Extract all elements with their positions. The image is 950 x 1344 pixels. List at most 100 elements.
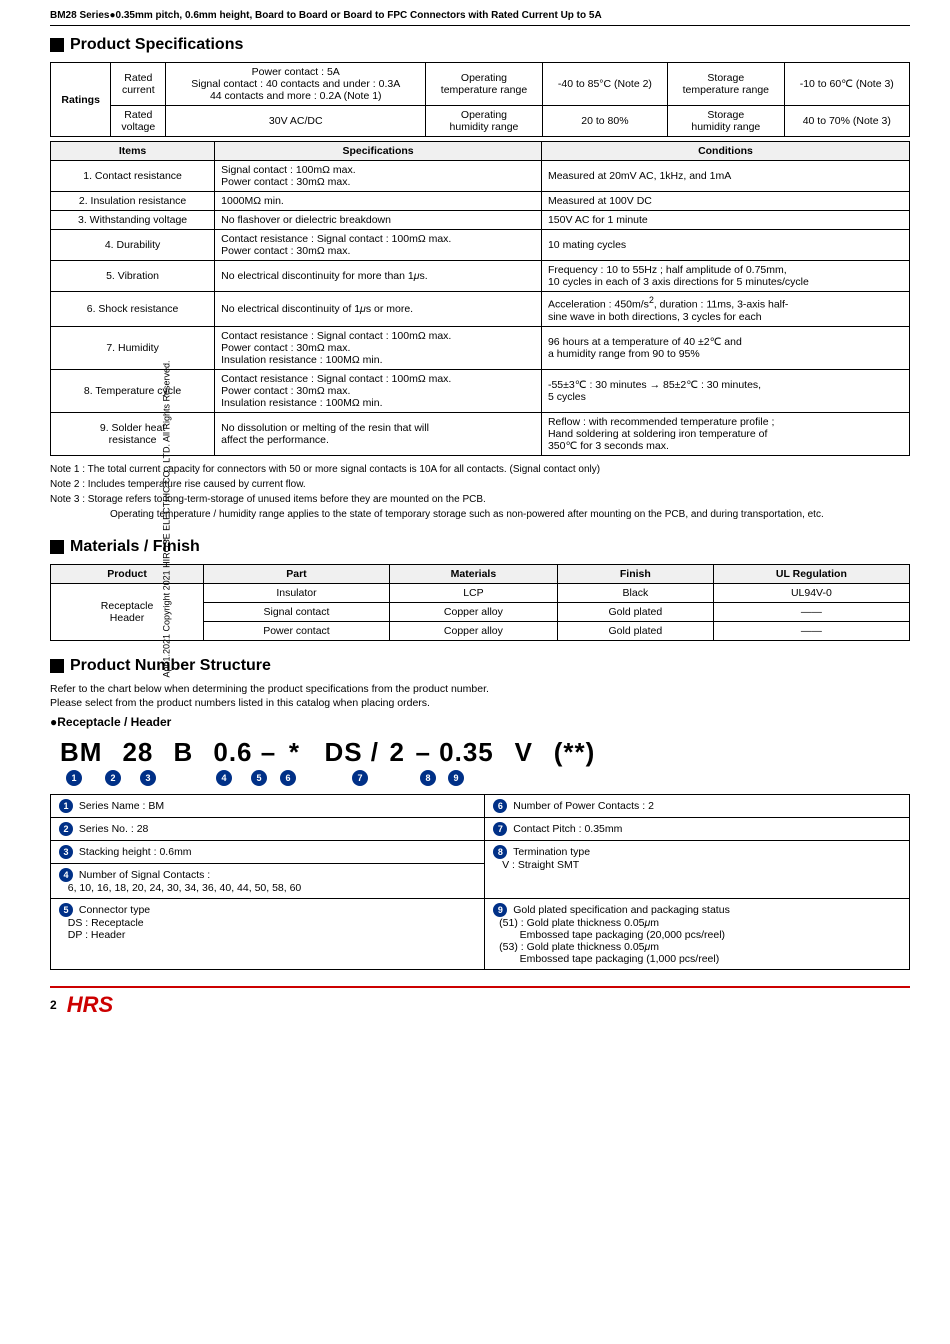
pn-num-label-2: 2 bbox=[59, 822, 73, 836]
mat-power: Copper alloy bbox=[389, 621, 557, 640]
spec-shock: No electrical discontinuity of 1μs or mo… bbox=[215, 292, 542, 327]
finish-insulator: Black bbox=[557, 583, 713, 602]
cond-withstanding: 150V AC for 1 minute bbox=[541, 211, 909, 230]
section-marker bbox=[50, 38, 64, 52]
pn-char-slash: / bbox=[363, 737, 388, 768]
cond-contact-resistance: Measured at 20mV AC, 1kHz, and 1mA bbox=[541, 161, 909, 192]
cond-shock: Acceleration : 450m/s2, duration : 11ms,… bbox=[541, 292, 909, 327]
pn-num-label-9: 9 bbox=[493, 903, 507, 917]
pn-section: Product Number Structure Refer to the ch… bbox=[50, 657, 910, 970]
rated-voltage-value: 30V AC/DC bbox=[166, 106, 426, 137]
cond-vibration: Frequency : 10 to 55Hz ; half amplitude … bbox=[541, 261, 909, 292]
specs-header-items: Items bbox=[51, 142, 215, 161]
rated-voltage-label: Ratedvoltage bbox=[111, 106, 166, 137]
cond-insulation: Measured at 100V DC bbox=[541, 192, 909, 211]
table-row: 2 Series No. : 28 7 Contact Pitch : 0.35… bbox=[51, 817, 910, 840]
ul-signal: —— bbox=[713, 602, 909, 621]
pn-desc-left-3: 3 Stacking height : 0.6mm bbox=[51, 840, 485, 863]
pn-char-b: B bbox=[173, 737, 193, 768]
pn-desc-left-2: 2 Series No. : 28 bbox=[51, 817, 485, 840]
ul-insulator: UL94V-0 bbox=[713, 583, 909, 602]
mat-header-finish: Finish bbox=[557, 564, 713, 583]
pn-desc-right-1: 6 Number of Power Contacts : 2 bbox=[485, 794, 910, 817]
pn-idx-8: 8 bbox=[420, 770, 436, 786]
storage-humidity-label: Storagehumidity range bbox=[668, 106, 784, 137]
spec-humidity: Contact resistance : Signal contact : 10… bbox=[215, 326, 542, 369]
cond-durability: 10 mating cycles bbox=[541, 230, 909, 261]
pn-char-space4 bbox=[304, 737, 324, 768]
page-header: BM28 Series●0.35mm pitch, 0.6mm height, … bbox=[50, 10, 910, 26]
materials-title: Materials / Finish bbox=[50, 538, 910, 556]
sidebar-copyright: Apr.1.2021 Copyright 2021 HIROSE ELECTRI… bbox=[161, 360, 171, 677]
product-specs-title: Product Specifications bbox=[50, 36, 910, 54]
mat-header-ul: UL Regulation bbox=[713, 564, 909, 583]
pn-num-label-6: 6 bbox=[493, 799, 507, 813]
item-solder-heat: 9. Solder heatresistance bbox=[51, 412, 215, 455]
materials-table: Product Part Materials Finish UL Regulat… bbox=[50, 564, 910, 641]
spec-solder-heat: No dissolution or melting of the resin t… bbox=[215, 412, 542, 455]
pn-idx-9: 9 bbox=[448, 770, 464, 786]
storage-temp-value: -10 to 60℃ (Note 3) bbox=[784, 63, 909, 106]
pn-marker bbox=[50, 659, 64, 673]
pn-idx-6: 6 bbox=[280, 770, 296, 786]
pn-char-stars: (**) bbox=[554, 737, 596, 768]
ul-power: —— bbox=[713, 621, 909, 640]
pn-index-row: 1 2 3 4 5 6 7 8 9 bbox=[60, 770, 910, 786]
pn-num-label-3: 3 bbox=[59, 845, 73, 859]
note-3: Note 3 : Storage refers to long-term-sto… bbox=[50, 492, 910, 507]
pn-chars-display: BM 28 B 0.6 – * DS / 2 – 0.35 V (**) bbox=[60, 737, 910, 768]
page-number: 2 bbox=[50, 998, 57, 1012]
cond-solder-heat: Reflow : with recommended temperature pr… bbox=[541, 412, 909, 455]
ratings-table: Ratings Ratedcurrent Power contact : 5A … bbox=[50, 62, 910, 137]
pn-desc-left-5: 5 Connector type DS : Receptacle DP : He… bbox=[51, 898, 485, 969]
pn-char-v: V bbox=[514, 737, 534, 768]
item-insulation: 2. Insulation resistance bbox=[51, 192, 215, 211]
item-shock: 6. Shock resistance bbox=[51, 292, 215, 327]
pn-sub-title: ●Receptacle / Header bbox=[50, 715, 910, 729]
pn-idx-1: 1 bbox=[66, 770, 82, 786]
note-2: Note 2 : Includes temperature rise cause… bbox=[50, 477, 910, 492]
pn-desc-left-4: 4 Number of Signal Contacts : 6, 10, 16,… bbox=[51, 863, 485, 898]
rated-current-label: Ratedcurrent bbox=[111, 63, 166, 106]
pn-char-space6 bbox=[534, 737, 554, 768]
note-1: Note 1 : The total current capacity for … bbox=[50, 462, 910, 477]
table-row: 4. Durability Contact resistance : Signa… bbox=[51, 230, 910, 261]
pn-char-dash2: – bbox=[407, 737, 439, 768]
spec-withstanding: No flashover or dielectric breakdown bbox=[215, 211, 542, 230]
pn-desc-right-2: 7 Contact Pitch : 0.35mm bbox=[485, 817, 910, 840]
mat-header-materials: Materials bbox=[389, 564, 557, 583]
note-3-cont: Operating temperature / humidity range a… bbox=[50, 507, 910, 522]
pn-idx-3: 3 bbox=[140, 770, 156, 786]
finish-power: Gold plated bbox=[557, 621, 713, 640]
part-insulator: Insulator bbox=[204, 583, 390, 602]
table-row: 3. Withstanding voltage No flashover or … bbox=[51, 211, 910, 230]
pn-num-label-1: 1 bbox=[59, 799, 73, 813]
mat-header-product: Product bbox=[51, 564, 204, 583]
pn-char-2: 2 bbox=[387, 737, 407, 768]
pn-desc-right-3: 8 Termination type V : Straight SMT bbox=[485, 840, 910, 898]
pn-num-label-7: 7 bbox=[493, 822, 507, 836]
table-row: 6. Shock resistance No electrical discon… bbox=[51, 292, 910, 327]
table-row: 5. Vibration No electrical discontinuity… bbox=[51, 261, 910, 292]
spec-vibration: No electrical discontinuity for more tha… bbox=[215, 261, 542, 292]
table-row: 1. Contact resistance Signal contact : 1… bbox=[51, 161, 910, 192]
cond-humidity: 96 hours at a temperature of 40 ±2℃ anda… bbox=[541, 326, 909, 369]
table-row: ReceptacleHeader Insulator LCP Black UL9… bbox=[51, 583, 910, 602]
pn-idx-5: 5 bbox=[251, 770, 267, 786]
pn-char-dash1: – bbox=[253, 737, 285, 768]
op-temp-value: -40 to 85°C (Note 2) bbox=[542, 63, 667, 106]
pn-num-label-4: 4 bbox=[59, 868, 73, 882]
pn-idx-4: 4 bbox=[216, 770, 232, 786]
spec-temp-cycle: Contact resistance : Signal contact : 10… bbox=[215, 369, 542, 412]
pn-intro2: Please select from the product numbers l… bbox=[50, 697, 910, 709]
notes-section: Note 1 : The total current capacity for … bbox=[50, 462, 910, 522]
pn-char-space3 bbox=[193, 737, 213, 768]
pn-idx-2: 2 bbox=[105, 770, 121, 786]
item-vibration: 5. Vibration bbox=[51, 261, 215, 292]
item-withstanding: 3. Withstanding voltage bbox=[51, 211, 215, 230]
storage-humidity-value: 40 to 70% (Note 3) bbox=[784, 106, 909, 137]
pn-desc-left-1: 1 Series Name : BM bbox=[51, 794, 485, 817]
pn-char-ds: DS bbox=[324, 737, 362, 768]
item-humidity: 7. Humidity bbox=[51, 326, 215, 369]
spec-durability: Contact resistance : Signal contact : 10… bbox=[215, 230, 542, 261]
